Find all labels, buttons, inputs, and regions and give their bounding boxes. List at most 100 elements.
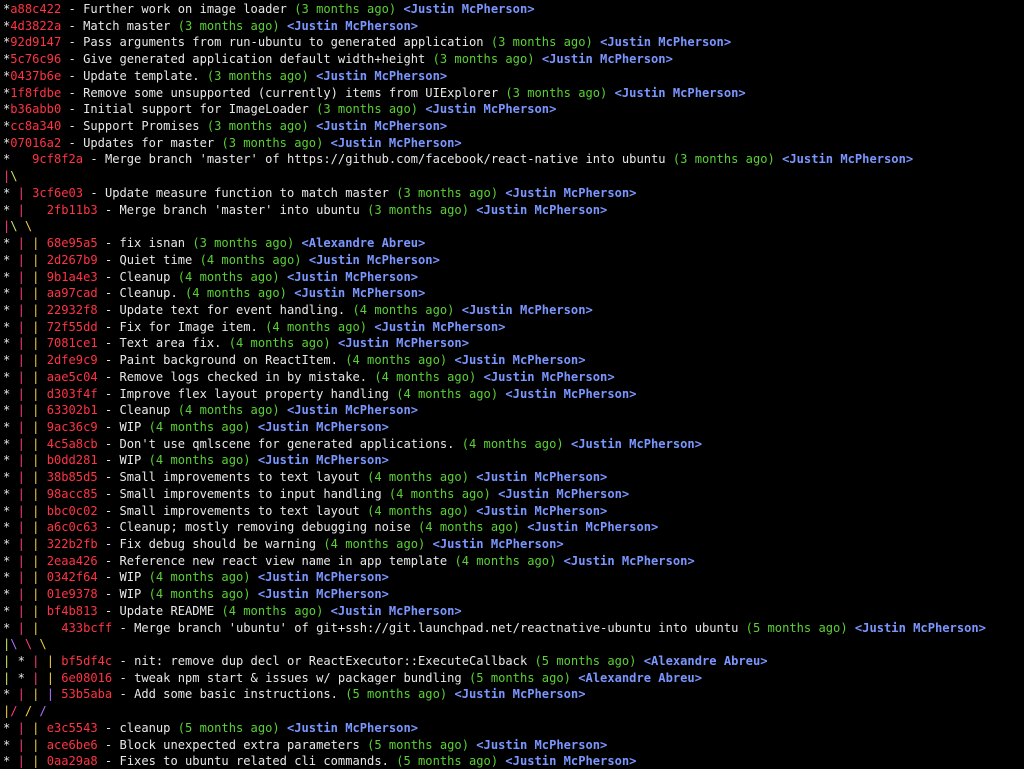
- commit-author: <Justin McPherson>: [527, 520, 659, 535]
- commit-graph: * | |: [3, 570, 40, 585]
- commit-line: *1f8fdbe - Remove some unsupported (curr…: [3, 85, 746, 100]
- commit-line: * | | 7081ce1 - Text area fix. (4 months…: [3, 336, 469, 351]
- commit-hash: 4d3822a: [10, 18, 62, 33]
- commit-subject: tweak npm start & issues w/ packager bun…: [134, 670, 462, 685]
- commit-graph: * | |: [3, 386, 40, 401]
- commit-subject: Update text for event handling.: [119, 302, 346, 317]
- commit-subject: Pass arguments from run-ubuntu to genera…: [83, 35, 484, 50]
- commit-line: * | | b0dd281 - WIP (4 months ago) <Just…: [3, 453, 389, 468]
- commit-date: (5 months ago): [367, 737, 469, 752]
- commit-subject: Give generated application default width…: [83, 52, 426, 67]
- commit-graph: * | | |: [3, 687, 54, 702]
- commit-subject: nit: remove dup decl or ReactExecutor::E…: [134, 654, 528, 669]
- commit-date: (4 months ago): [454, 553, 557, 568]
- commit-date: (3 months ago): [367, 202, 469, 217]
- commit-subject: WIP: [119, 419, 142, 434]
- commit-hash: 7081ce1: [46, 336, 98, 351]
- commit-date: (4 months ago): [221, 603, 324, 618]
- commit-date: (3 months ago): [505, 85, 608, 100]
- commit-date: (3 months ago): [316, 102, 419, 117]
- commit-author: <Justin McPherson>: [505, 185, 637, 200]
- commit-author: <Justin McPherson>: [505, 386, 637, 401]
- commit-author: <Justin McPherson>: [782, 152, 914, 167]
- commit-subject: Merge branch 'ubuntu' of git+ssh://git.l…: [134, 620, 739, 635]
- commit-line: *0437b6e - Update template. (3 months ag…: [3, 68, 448, 83]
- commit-author: <Justin McPherson>: [316, 119, 448, 134]
- commit-author: <Justin McPherson>: [403, 2, 535, 16]
- commit-hash: b36abb0: [10, 102, 62, 117]
- commit-graph: * | |: [3, 369, 40, 384]
- commit-subject: Fixes to ubuntu related cli commands.: [119, 754, 389, 769]
- commit-date: (3 months ago): [192, 236, 295, 251]
- commit-author: <Justin McPherson>: [286, 269, 419, 284]
- commit-graph: * | |: [3, 302, 40, 317]
- commit-hash: 0437b6e: [10, 68, 62, 83]
- commit-author: <Justin McPherson>: [330, 603, 462, 618]
- commit-graph: | * | |: [3, 654, 54, 669]
- commit-hash: 38b85d5: [46, 470, 98, 485]
- commit-date: (5 months ago): [745, 620, 848, 635]
- commit-subject: Match master: [83, 18, 171, 33]
- commit-author: <Justin McPherson>: [541, 52, 673, 67]
- commit-hash: 1f8fdbe: [10, 85, 62, 100]
- commit-hash: bbc0c02: [46, 503, 98, 518]
- commit-hash: aae5c04: [46, 369, 98, 384]
- commit-subject: Block unexpected extra parameters: [119, 737, 360, 752]
- commit-hash: 0342f64: [46, 570, 98, 585]
- commit-hash: 2d267b9: [46, 252, 98, 267]
- commit-subject: Initial support for ImageLoader: [83, 102, 309, 117]
- commit-line: * | 2fb11b3 - Merge branch 'master' into…: [3, 202, 608, 217]
- commit-subject: Remove logs checked in by mistake.: [119, 369, 368, 384]
- commit-hash: 22932f8: [46, 302, 98, 317]
- commit-line: * | | 01e9378 - WIP (4 months ago) <Just…: [3, 587, 389, 602]
- commit-hash: cc8a340: [10, 119, 62, 134]
- commit-line: * | | 22932f8 - Update text for event ha…: [3, 302, 593, 317]
- commit-line: | * | | bf5df4c - nit: remove dup decl o…: [3, 654, 768, 669]
- commit-subject: Add some basic instructions.: [134, 687, 338, 702]
- commit-graph: |\: [3, 169, 18, 184]
- commit-date: (3 months ago): [206, 119, 309, 134]
- commit-subject: fix isnan: [119, 236, 186, 251]
- commit-hash: 322b2fb: [46, 537, 98, 551]
- commit-graph: * | |: [3, 403, 40, 418]
- commit-date: (4 months ago): [345, 353, 448, 368]
- commit-date: (4 months ago): [367, 503, 469, 518]
- commit-line: * | | 98acc85 - Small improvements to in…: [3, 486, 630, 501]
- commit-subject: Quiet time: [119, 252, 193, 267]
- commit-line: *a88c422 - Further work on image loader …: [3, 2, 535, 16]
- commit-line: * | | 63302b1 - Cleanup (4 months ago) <…: [3, 403, 419, 418]
- commit-date: (5 months ago): [177, 720, 280, 735]
- commit-author: <Justin McPherson>: [257, 453, 389, 468]
- commit-graph: * | |: [3, 453, 40, 468]
- commit-line: * | | 0aa29a8 - Fixes to ubuntu related …: [3, 754, 637, 769]
- graph-line: |/ / /: [3, 703, 1024, 720]
- commit-date: (4 months ago): [374, 369, 477, 384]
- commit-date: (4 months ago): [148, 419, 251, 434]
- commit-date: (3 months ago): [206, 68, 309, 83]
- commit-graph: * | |: [3, 436, 40, 451]
- commit-line: * | | | 53b5aba - Add some basic instruc…: [3, 687, 586, 702]
- commit-line: * | | a6c0c63 - Cleanup; mostly removing…: [3, 520, 659, 535]
- commit-author: <Justin McPherson>: [337, 336, 469, 351]
- commit-author: <Justin McPherson>: [454, 353, 586, 368]
- commit-graph: * | |: [3, 720, 40, 735]
- commit-date: (4 months ago): [461, 436, 564, 451]
- graph-line: |\ \: [3, 218, 1024, 235]
- commit-subject: Remove some unsupported (currently) item…: [83, 85, 499, 100]
- commit-graph: * | |: [3, 252, 40, 267]
- commit-line: * | | 9b1a4e3 - Cleanup (4 months ago) <…: [3, 269, 419, 284]
- commit-author: <Justin McPherson>: [570, 436, 702, 451]
- commit-author: <Justin McPherson>: [432, 537, 564, 551]
- commit-date: (3 months ago): [221, 135, 324, 150]
- commit-hash: 01e9378: [46, 587, 98, 602]
- graph-line: |\: [3, 168, 1024, 185]
- commit-hash: 98acc85: [46, 486, 98, 501]
- commit-subject: Small improvements to text layout: [119, 503, 360, 518]
- commit-date: (4 months ago): [367, 470, 469, 485]
- terminal-window[interactable]: *a88c422 - Further work on image loader …: [0, 0, 1024, 769]
- commit-line: *07016a2 - Updates for master (3 months …: [3, 135, 462, 150]
- commit-date: (5 months ago): [534, 654, 637, 669]
- commit-author: <Justin McPherson>: [498, 486, 630, 501]
- commit-author: <Justin McPherson>: [286, 720, 419, 735]
- commit-graph: * | |: [3, 336, 40, 351]
